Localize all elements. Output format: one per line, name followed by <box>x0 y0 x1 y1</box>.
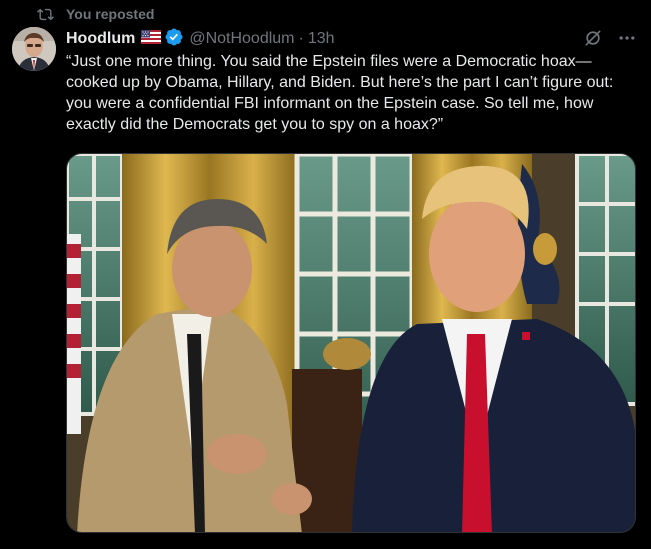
post-timestamp[interactable]: 13h <box>308 30 335 48</box>
repost-icon <box>37 6 54 23</box>
grok-icon[interactable] <box>583 28 603 48</box>
author-display-name[interactable]: Hoodlum <box>66 30 135 48</box>
post-text: “Just one more thing. You said the Epste… <box>66 53 614 133</box>
post-image[interactable] <box>66 153 636 533</box>
office-scene-illustration <box>67 154 635 532</box>
repost-label: You reposted <box>66 6 155 22</box>
us-flag-icon <box>141 29 162 49</box>
author-handle[interactable]: @NotHoodlum <box>189 30 294 48</box>
more-options-icon[interactable] <box>617 28 637 48</box>
avatar[interactable] <box>12 27 56 71</box>
repost-indicator[interactable]: You reposted <box>37 5 154 23</box>
separator-dot: · <box>298 30 304 47</box>
post-header: Hoodlum @NotHoodlum · 13h <box>66 27 335 52</box>
verified-badge-icon[interactable] <box>164 27 184 52</box>
post-actions <box>583 28 637 48</box>
